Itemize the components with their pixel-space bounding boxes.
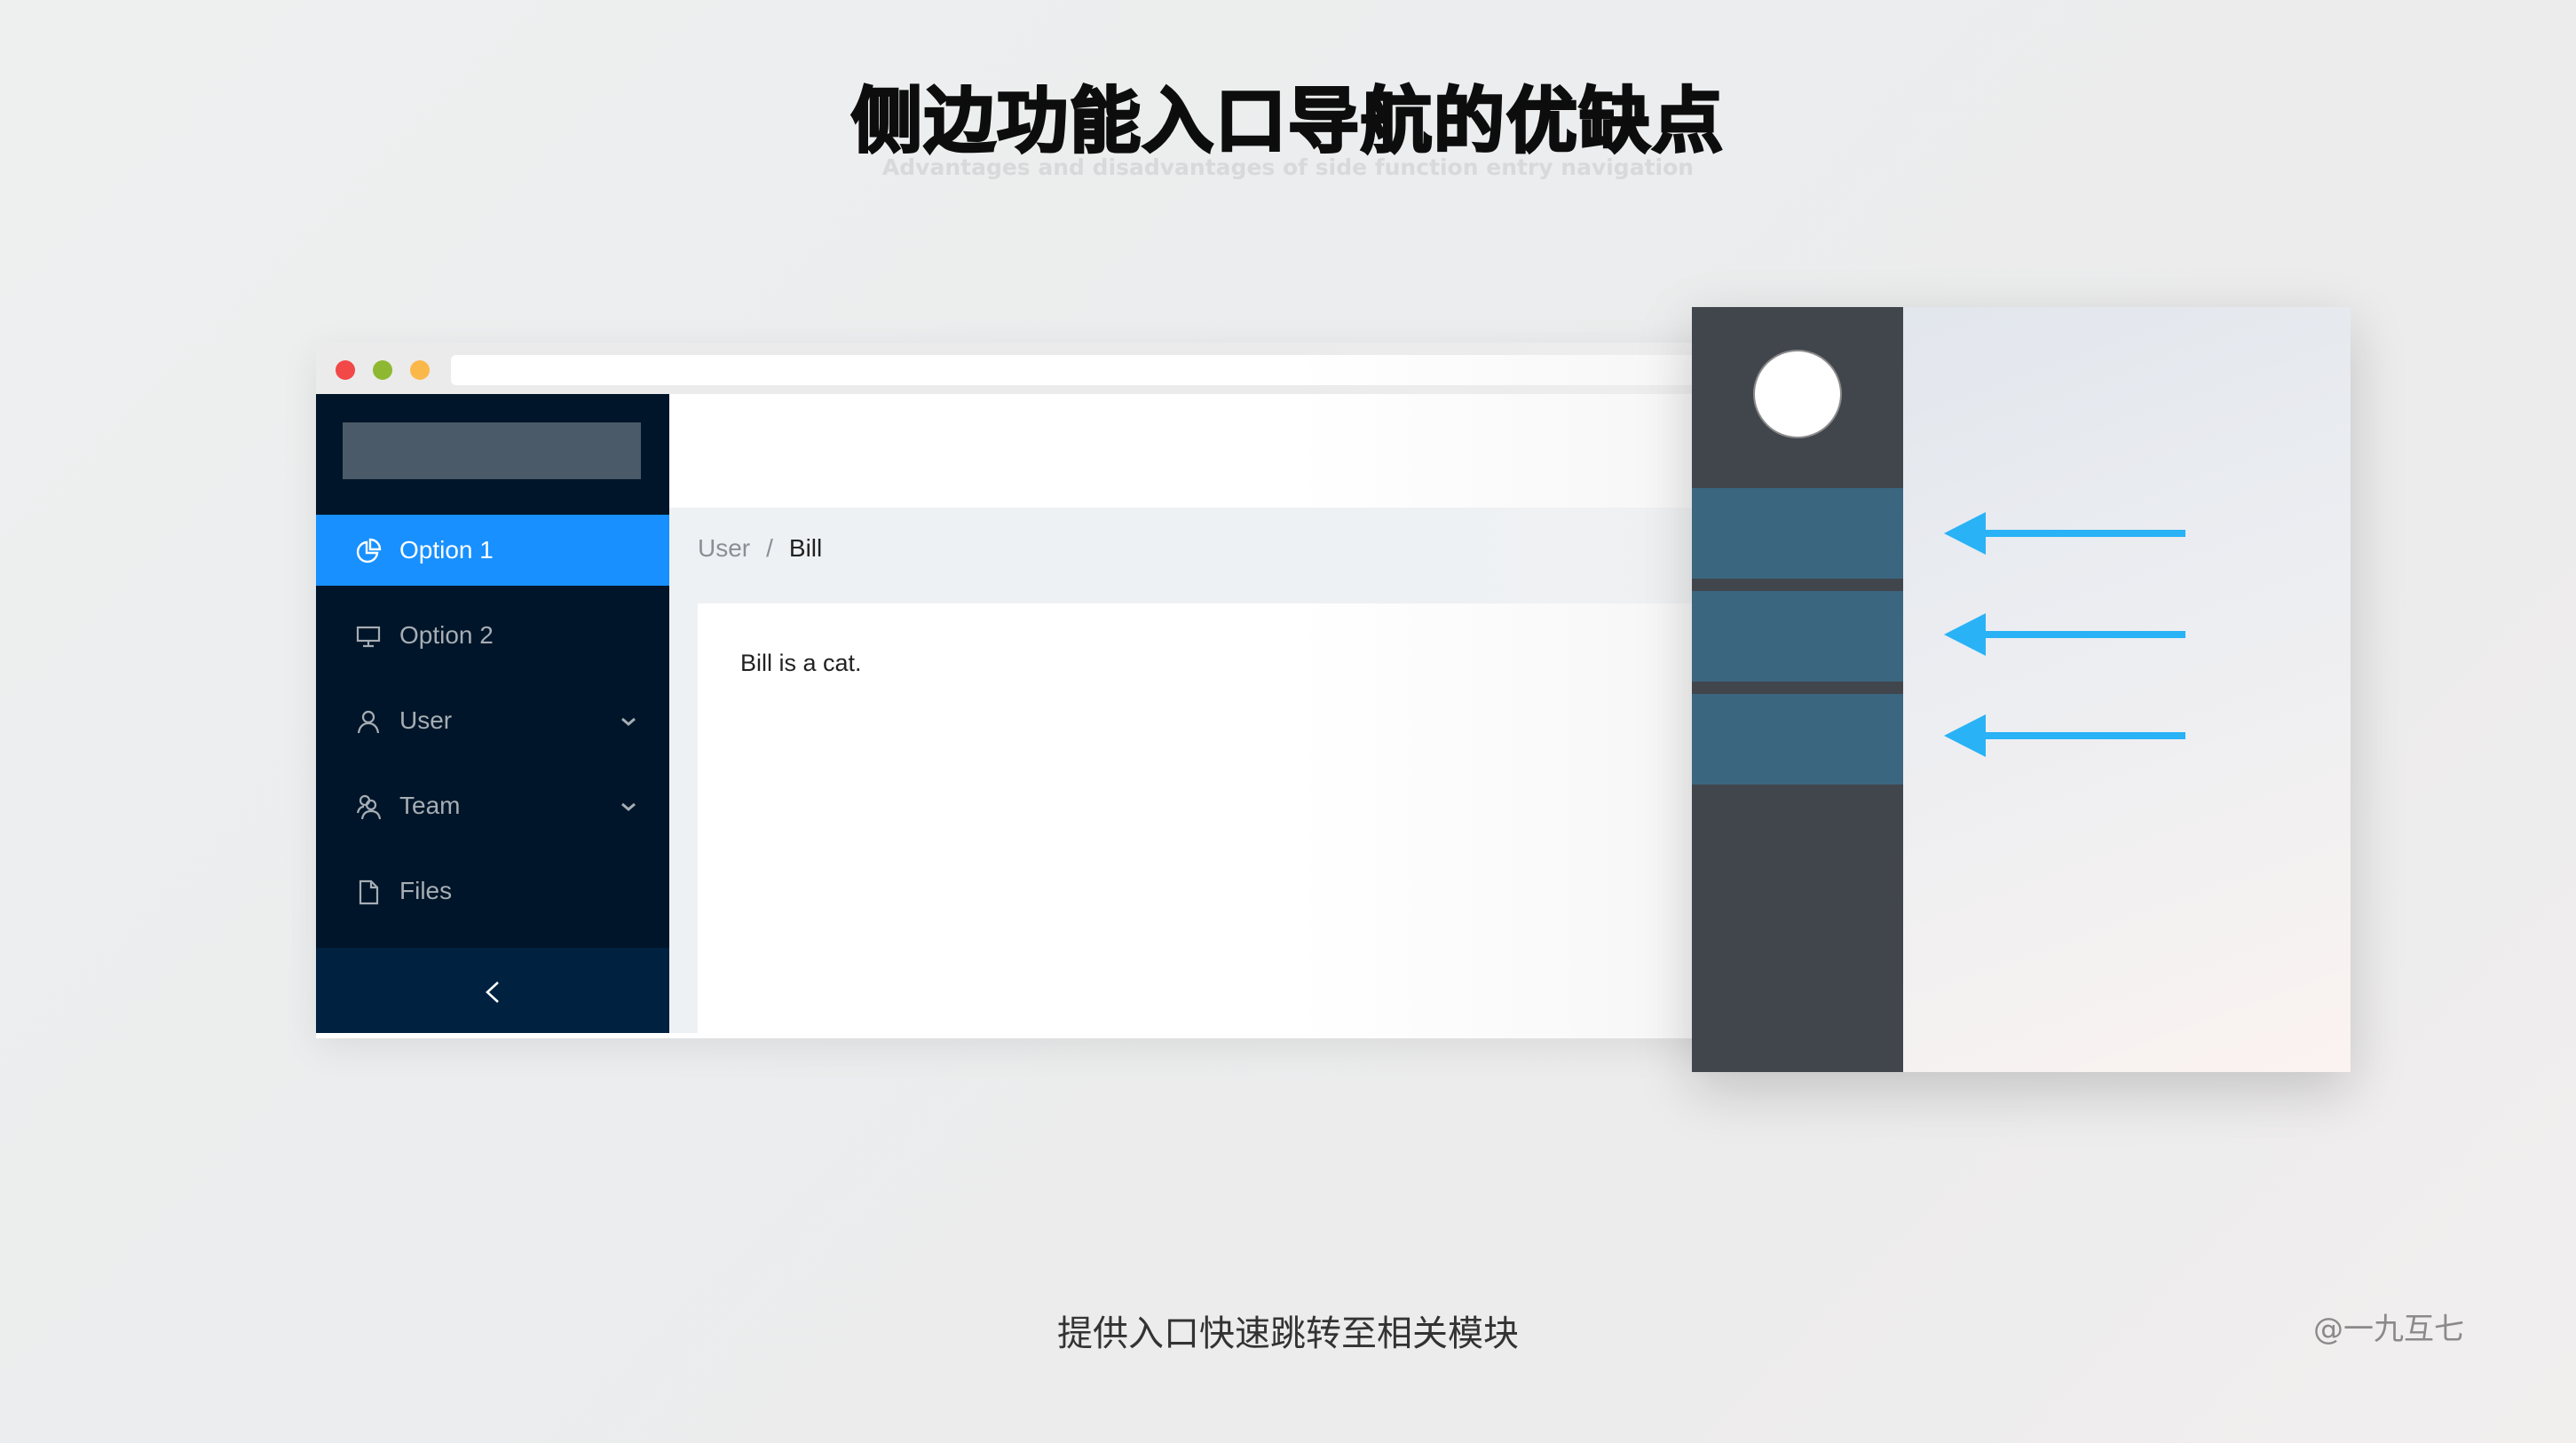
breadcrumb-item-bill: Bill [788,534,823,562]
rail-block-2 [1692,591,1903,682]
team-icon [355,793,382,820]
sidebar-item-option-1[interactable]: Option 1 [316,515,669,586]
chevron-left-icon [486,982,499,1003]
side-rail [1692,307,1903,1072]
sidebar-item-label: Option 1 [399,536,494,564]
illustration-panel [1692,307,2351,1072]
address-bar[interactable] [451,355,1736,385]
arrow-left-icon [1944,512,2185,555]
file-icon [355,879,382,905]
browser-window: Option 1 Option 2 User Team Files User /… [316,343,1736,1038]
sidebar-item-label: User [399,706,453,734]
sidebar-item-option-2[interactable]: Option 2 [316,600,669,671]
desktop-icon [355,623,382,650]
sidebar-item-team[interactable]: Team [316,770,669,841]
sidebar-item-label: Option 2 [399,621,494,649]
minimize-window-button[interactable] [373,360,392,380]
avatar [1753,350,1842,438]
content-text: Bill is a cat. [740,650,862,676]
pie-chart-icon [355,538,382,564]
sidebar-collapse-button[interactable] [316,948,669,1033]
slide-title: 侧边功能入口导航的优缺点 [850,79,1725,164]
rail-block-3 [1692,694,1903,785]
sidebar: Option 1 Option 2 User Team Files [316,394,669,1033]
chevron-down-icon[interactable] [618,710,639,731]
sidebar-item-label: Team [399,792,461,819]
sidebar-item-user[interactable]: User [316,685,669,756]
sidebar-item-label: Files [399,877,453,904]
arrow-left-icon [1944,613,2185,656]
maximize-window-button[interactable] [410,360,430,380]
breadcrumb: User / Bill [698,531,822,566]
chevron-down-icon[interactable] [618,795,639,816]
sidebar-item-files[interactable]: Files [316,856,669,927]
rail-block-1 [1692,488,1903,579]
slide-subtitle: Advantages and disadvantages of side fun… [881,154,1695,180]
arrow-left-icon [1944,714,2185,757]
content-header [669,394,1736,508]
slide-caption: 提供入口快速跳转至相关模块 [1057,1313,1519,1354]
logo-placeholder [343,422,641,479]
breadcrumb-separator: / [766,534,773,562]
author-credit: @一九互七 [2313,1312,2464,1347]
content-card: Bill is a cat. [698,603,1736,1033]
browser-title-bar [316,343,1736,394]
breadcrumb-item-user[interactable]: User [698,531,750,566]
close-window-button[interactable] [336,360,355,380]
user-icon [355,708,382,735]
